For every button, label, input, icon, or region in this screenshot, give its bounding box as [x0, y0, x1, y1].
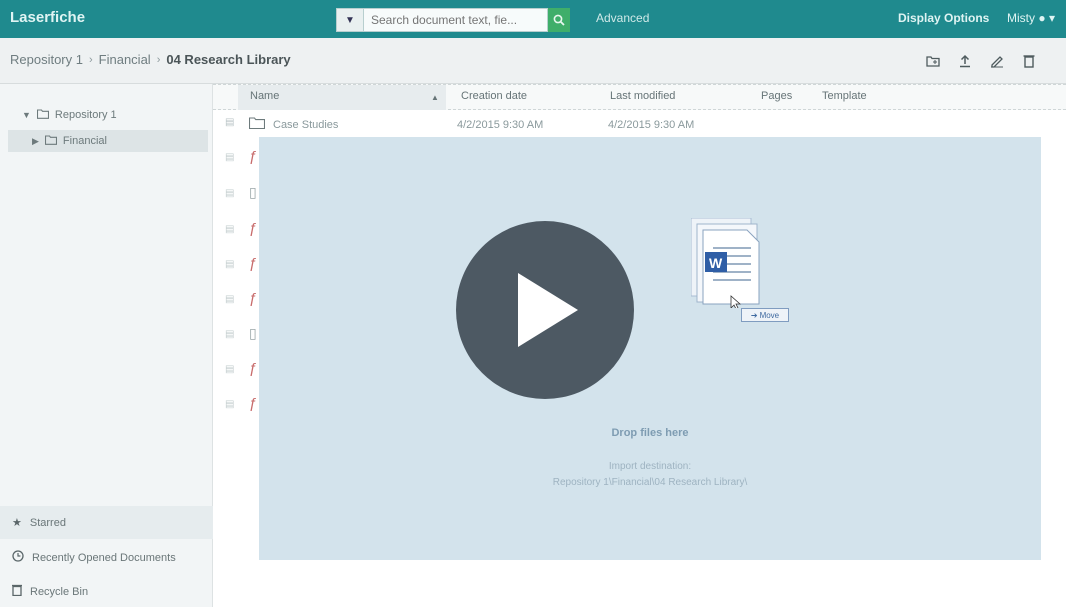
row-checkbox[interactable]: ▤: [225, 294, 234, 305]
table-row[interactable]: ▤ Case Studies 4/2/2015 9:30 AM 4/2/2015…: [213, 113, 1066, 137]
breadcrumb: Repository 1 › Financial › 04 Research L…: [10, 52, 291, 67]
sidebar-item-recycle-bin[interactable]: Recycle Bin: [0, 575, 213, 607]
column-header-created[interactable]: Creation date: [461, 90, 527, 102]
row-checkbox[interactable]: ▤: [225, 224, 234, 235]
sidebar-item-starred[interactable]: ★ Starred: [0, 506, 213, 539]
table-header: Name ▲ Creation date Last modified Pages…: [213, 84, 1066, 110]
user-menu[interactable]: Misty ● ▾: [1007, 11, 1055, 25]
sort-ascending-icon: ▲: [431, 93, 439, 102]
sidebar-item-recent[interactable]: Recently Opened Documents: [0, 541, 213, 574]
drop-zone-destination: Import destination: Repository 1\Financi…: [259, 459, 1041, 491]
move-indicator: ➔ Move: [741, 308, 789, 322]
row-checkbox[interactable]: ▤: [225, 399, 234, 410]
pdf-document-icon: ƒ: [249, 220, 258, 237]
pdf-document-icon: ƒ: [249, 395, 258, 412]
sidebar-item-label: Starred: [29, 516, 66, 529]
column-header-pages[interactable]: Pages: [761, 90, 792, 102]
sidebar-item-label: Recently Opened Documents: [32, 551, 176, 564]
new-folder-icon[interactable]: [924, 52, 942, 70]
document-icon: ▯: [249, 325, 257, 341]
folder-tree-panel: ▼ Repository 1 ▶ Financial ★ Starred Rec…: [0, 84, 213, 607]
folder-icon: [248, 117, 266, 132]
app-logo: Laserfiche: [10, 9, 86, 26]
column-header-template[interactable]: Template: [822, 90, 867, 102]
pdf-document-icon: ƒ: [249, 360, 258, 377]
edit-icon[interactable]: [988, 52, 1006, 70]
breadcrumb-current: 04 Research Library: [166, 52, 291, 67]
search-input[interactable]: [364, 8, 548, 32]
display-options-button[interactable]: Display Options: [898, 11, 989, 25]
delete-icon[interactable]: [1020, 52, 1038, 70]
move-label: Move: [759, 310, 780, 320]
row-name: Case Studies: [273, 119, 339, 131]
tree-node-label: Repository 1: [54, 109, 117, 121]
clock-icon: [12, 550, 24, 565]
move-arrow-icon: ➔: [750, 310, 758, 320]
breadcrumb-separator-icon: ›: [156, 53, 161, 66]
top-bar: Laserfiche ▼ Advanced Display Options Mi…: [0, 0, 1066, 38]
drop-zone[interactable]: Drop files here Import destination: Repo…: [259, 137, 1041, 560]
row-checkbox[interactable]: ▤: [225, 152, 234, 163]
import-destination-path: Repository 1\Financial\04 Research Libra…: [552, 477, 748, 488]
row-checkbox[interactable]: ▤: [225, 117, 234, 128]
folder-icon: [36, 108, 49, 122]
search-bar: ▼: [336, 8, 570, 32]
video-play-button[interactable]: [456, 221, 634, 399]
row-modified: 4/2/2015 9:30 AM: [608, 119, 695, 131]
row-created: 4/2/2015 9:30 AM: [457, 119, 544, 131]
chevron-down-icon: ▼: [345, 14, 355, 26]
pdf-document-icon: ƒ: [249, 255, 258, 272]
pdf-document-icon: ƒ: [249, 148, 258, 165]
upload-icon[interactable]: [956, 52, 974, 70]
row-checkbox[interactable]: ▤: [225, 259, 234, 270]
row-checkbox[interactable]: ▤: [225, 364, 234, 375]
play-icon: [518, 273, 578, 347]
sidebar-item-label: Recycle Bin: [30, 585, 89, 598]
tree-node-repository[interactable]: ▼ Repository 1: [22, 104, 202, 126]
drop-zone-title: Drop files here: [611, 427, 689, 439]
search-icon: [553, 14, 565, 26]
tree-node-label: Financial: [62, 135, 107, 147]
chevron-down-icon: ▼: [22, 110, 31, 120]
chevron-right-icon: ▶: [32, 135, 39, 146]
row-checkbox[interactable]: ▤: [225, 188, 234, 199]
dragged-word-document-icon: W: [690, 217, 777, 310]
search-button[interactable]: [548, 8, 570, 32]
trash-icon: [12, 584, 22, 599]
search-scope-dropdown[interactable]: ▼: [336, 8, 364, 32]
pdf-document-icon: ƒ: [249, 290, 258, 307]
breadcrumb-bar: Repository 1 › Financial › 04 Research L…: [0, 38, 1066, 107]
star-icon: ★: [12, 517, 22, 529]
row-checkbox[interactable]: ▤: [225, 329, 234, 340]
breadcrumb-item-repository[interactable]: Repository 1: [10, 52, 83, 67]
document-icon: ▯: [249, 184, 257, 200]
user-icon: ●: [1038, 11, 1046, 25]
column-header-modified[interactable]: Last modified: [610, 90, 675, 102]
advanced-search-link[interactable]: Advanced: [596, 11, 649, 25]
breadcrumb-separator-icon: ›: [88, 53, 93, 66]
folder-icon: [44, 134, 57, 148]
toolbar: [924, 52, 1038, 70]
chevron-down-icon: ▾: [1048, 11, 1055, 25]
user-name: Misty: [1007, 11, 1035, 25]
import-destination-label: Import destination:: [608, 461, 692, 472]
svg-text:W: W: [709, 255, 723, 271]
column-header-name[interactable]: Name: [250, 90, 279, 102]
breadcrumb-item-financial[interactable]: Financial: [99, 52, 151, 67]
tree-node-financial[interactable]: ▶ Financial: [8, 130, 208, 152]
